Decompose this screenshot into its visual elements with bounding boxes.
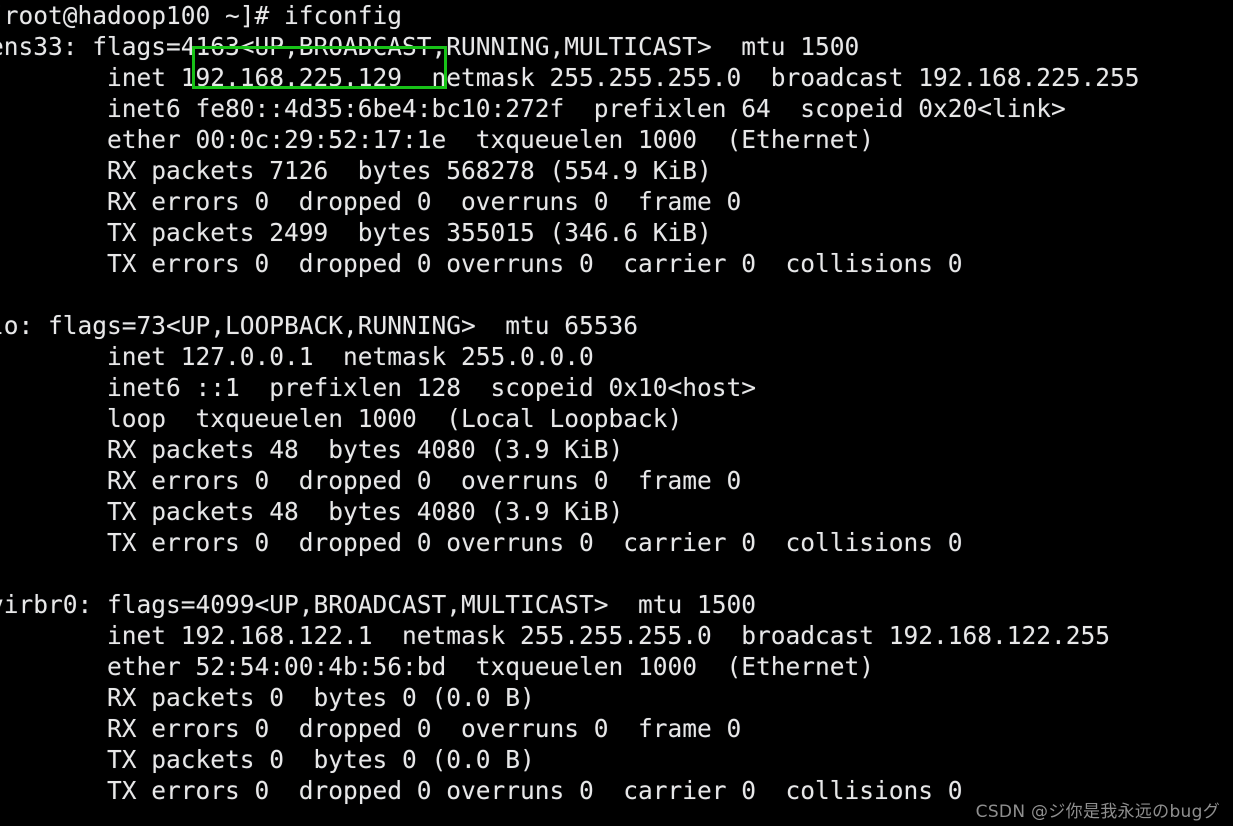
- terminal-line: RX errors 0 dropped 0 overruns 0 frame 0: [0, 466, 742, 495]
- terminal-window[interactable]: [root@hadoop100 ~]# ifconfig ens33: flags…: [0, 0, 1233, 826]
- terminal-line: TX packets 48 bytes 4080 (3.9 KiB): [0, 497, 624, 526]
- terminal-line: RX errors 0 dropped 0 overruns 0 frame 0: [0, 187, 742, 216]
- terminal-line: virbr0: flags=4099<UP,BROADCAST,MULTICAS…: [0, 590, 757, 619]
- terminal-line: TX packets 2499 bytes 355015 (346.6 KiB): [0, 218, 712, 247]
- terminal-line: inet 127.0.0.1 netmask 255.0.0.0: [0, 342, 594, 371]
- terminal-line: lo: flags=73<UP,LOOPBACK,RUNNING> mtu 65…: [0, 311, 639, 340]
- terminal-line: RX packets 7126 bytes 568278 (554.9 KiB): [0, 156, 712, 185]
- terminal-line: TX errors 0 dropped 0 overruns 0 carrier…: [0, 249, 963, 278]
- terminal-line: RX errors 0 dropped 0 overruns 0 frame 0: [0, 714, 742, 743]
- terminal-line: inet6 ::1 prefixlen 128 scopeid 0x10<hos…: [0, 373, 757, 402]
- csdn-watermark: CSDN @ジ你是我永远のbugグ: [975, 802, 1220, 822]
- terminal-line: RX packets 48 bytes 4080 (3.9 KiB): [0, 435, 624, 464]
- terminal-line: inet 192.168.225.129 netmask 255.255.255…: [0, 63, 1140, 92]
- terminal-line: TX packets 0 bytes 0 (0.0 B): [0, 745, 535, 774]
- terminal-line: inet6 fe80::4d35:6be4:bc10:272f prefixle…: [0, 94, 1066, 123]
- terminal-line: loop txqueuelen 1000 (Local Loopback): [0, 404, 683, 433]
- terminal-line: ens33: flags=4163<UP,BROADCAST,RUNNING,M…: [0, 32, 860, 61]
- terminal-line: TX errors 0 dropped 0 overruns 0 carrier…: [0, 528, 963, 557]
- terminal-line: ether 00:0c:29:52:17:1e txqueuelen 1000 …: [0, 125, 875, 154]
- terminal-line: ether 52:54:00:4b:56:bd txqueuelen 1000 …: [0, 652, 875, 681]
- terminal-line: inet 192.168.122.1 netmask 255.255.255.0…: [0, 621, 1111, 650]
- terminal-line: [root@hadoop100 ~]# ifconfig: [0, 1, 403, 30]
- terminal-screen[interactable]: [root@hadoop100 ~]# ifconfig ens33: flags…: [0, 0, 1233, 826]
- terminal-line: RX packets 0 bytes 0 (0.0 B): [0, 683, 535, 712]
